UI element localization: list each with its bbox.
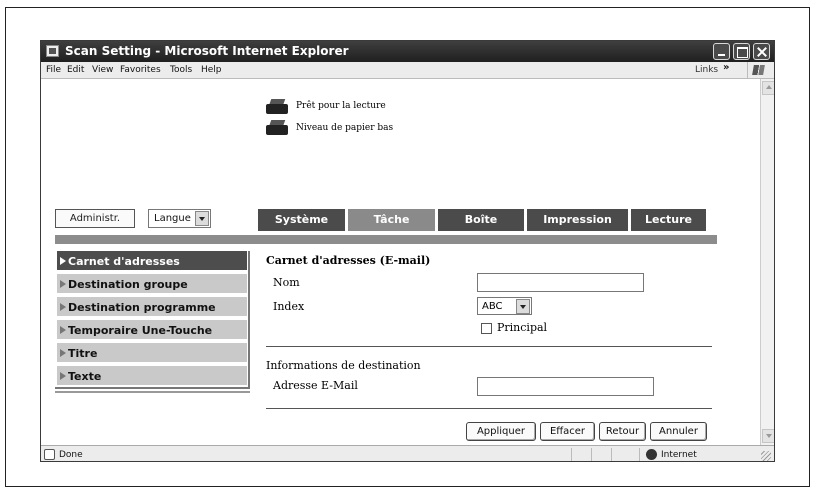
arrow-right-icon — [60, 349, 66, 357]
sidebar-item-carnet-adresses[interactable]: Carnet d'adresses — [57, 251, 247, 272]
cancel-button[interactable]: Annuler — [650, 422, 707, 441]
arrow-right-icon — [60, 303, 66, 311]
sidebar-item-destination-programme[interactable]: Destination programme — [57, 297, 247, 318]
minimize-button[interactable] — [713, 43, 730, 60]
chevron-down-icon[interactable] — [195, 211, 209, 226]
sidebar-item-titre[interactable]: Titre — [57, 343, 247, 364]
tab-boite[interactable]: Boîte — [438, 209, 527, 231]
tab-impression[interactable]: Impression — [527, 209, 631, 231]
sidebar-item-label: Titre — [68, 347, 98, 360]
sidebar-item-texte[interactable]: Texte — [57, 366, 247, 387]
page-content: Prêt pour la lecture Niveau de papier ba… — [41, 79, 760, 445]
sidebar-item-label: Destination programme — [68, 301, 216, 314]
window-title: Scan Setting - Microsoft Internet Explor… — [65, 44, 349, 58]
apply-button[interactable]: Appliquer — [466, 422, 536, 441]
form-bottom-divider — [266, 408, 712, 409]
arrow-right-icon — [60, 280, 66, 288]
menu-help[interactable]: Help — [201, 65, 222, 75]
language-select-value: Langue — [154, 213, 191, 224]
name-field[interactable] — [477, 273, 644, 292]
menu-view[interactable]: View — [92, 65, 113, 75]
back-button[interactable]: Retour — [599, 422, 646, 441]
page-done-icon — [44, 449, 55, 460]
menu-edit[interactable]: Edit — [67, 65, 84, 75]
status-bar: Done Internet — [41, 445, 774, 461]
title-bar: Scan Setting - Microsoft Internet Explor… — [41, 41, 774, 62]
maximize-button[interactable] — [733, 43, 750, 60]
security-zone-text: Internet — [661, 450, 697, 460]
language-select[interactable]: Langue — [148, 209, 211, 228]
scroll-down-icon[interactable] — [762, 429, 774, 443]
menu-bar: File Edit View Favorites Tools Help Link… — [41, 62, 774, 79]
vertical-scrollbar[interactable] — [760, 79, 774, 445]
principal-checkbox[interactable] — [481, 323, 492, 334]
sidebar-item-destination-groupe[interactable]: Destination groupe — [57, 274, 247, 295]
menu-tools[interactable]: Tools — [170, 65, 192, 75]
sidebar-item-label: Destination groupe — [68, 278, 188, 291]
links-toolbar[interactable]: Links — [695, 65, 718, 75]
chevron-icon[interactable]: » — [723, 62, 729, 73]
email-field[interactable] — [477, 377, 654, 396]
tab-underline-band — [55, 235, 717, 244]
admin-button[interactable]: Administr. — [55, 209, 135, 228]
index-label: Index — [273, 300, 305, 313]
browser-window: Scan Setting - Microsoft Internet Explor… — [40, 40, 775, 462]
destination-section-title: Informations de destination — [266, 359, 421, 372]
sidebar-item-label: Carnet d'adresses — [68, 255, 180, 268]
sidebar-item-label: Temporaire Une-Touche — [68, 324, 213, 337]
sidebar-bottom-rule — [55, 391, 250, 393]
email-label: Adresse E-Mail — [273, 379, 358, 392]
close-button[interactable] — [753, 43, 770, 60]
menu-favorites[interactable]: Favorites — [120, 65, 161, 75]
legend-paper-low-label: Niveau de papier bas — [296, 123, 394, 133]
tab-lecture[interactable]: Lecture — [631, 209, 706, 231]
resize-grip[interactable] — [761, 451, 771, 461]
arrow-right-icon — [60, 326, 66, 334]
arrow-right-icon — [60, 372, 66, 380]
ie-app-icon — [46, 45, 59, 57]
menu-file[interactable]: File — [46, 65, 61, 75]
legend-ready-label: Prêt pour la lecture — [296, 101, 386, 111]
index-select-value: ABC — [482, 301, 503, 312]
sidebar-item-label: Texte — [68, 370, 102, 383]
tab-systeme[interactable]: Système — [258, 209, 348, 231]
scroll-up-icon[interactable] — [762, 81, 774, 95]
sidebar-item-temporaire-une-touche[interactable]: Temporaire Une-Touche — [57, 320, 247, 341]
sidebar: Carnet d'adresses Destination groupe Des… — [55, 251, 250, 389]
tab-tache[interactable]: Tâche — [348, 209, 438, 231]
internet-globe-icon — [646, 449, 657, 460]
clear-button[interactable]: Effacer — [540, 422, 595, 441]
name-label: Nom — [273, 276, 300, 289]
arrow-right-icon — [60, 257, 66, 265]
chevron-down-icon[interactable] — [516, 299, 530, 314]
section-divider — [266, 346, 712, 347]
printer-paper-icon — [266, 119, 290, 137]
printer-icon — [266, 98, 290, 116]
principal-label: Principal — [497, 321, 548, 334]
index-select[interactable]: ABC — [477, 297, 532, 315]
windows-logo-icon — [747, 62, 769, 78]
form-title: Carnet d'adresses (E-mail) — [266, 254, 431, 267]
status-text: Done — [59, 450, 83, 460]
